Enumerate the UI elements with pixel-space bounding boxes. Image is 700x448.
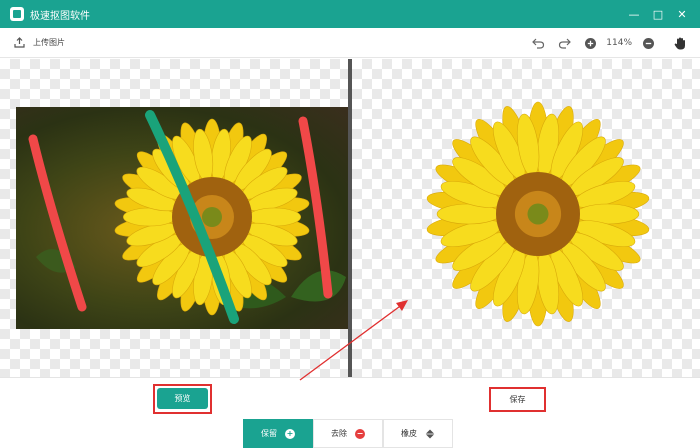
- upload-label: 上传图片: [33, 38, 65, 47]
- original-image-canvas[interactable]: [0, 59, 348, 377]
- undo-icon: [531, 38, 544, 49]
- zoom-level: 114%: [606, 38, 632, 48]
- sunflower-cutout-graphic: [426, 101, 650, 327]
- minimize-button[interactable]: —: [622, 0, 646, 28]
- save-button[interactable]: 保存: [489, 387, 546, 412]
- undo-button[interactable]: [528, 33, 548, 53]
- upload-image-button[interactable]: 上传图片: [14, 37, 65, 48]
- brush-mode-group: 保留 + 去除 − 橡皮: [243, 419, 453, 448]
- plus-circle-icon: +: [285, 428, 295, 439]
- preview-button[interactable]: 预览: [157, 388, 208, 409]
- remove-stroke-right: [298, 116, 333, 299]
- remove-stroke-left: [28, 134, 87, 312]
- app-title: 极速抠图软件: [30, 10, 90, 22]
- remove-mode-button[interactable]: 去除 −: [313, 419, 383, 448]
- brush-strokes: [28, 110, 333, 324]
- zoom-out-button[interactable]: [638, 33, 658, 53]
- zoom-in-button[interactable]: [580, 33, 600, 53]
- eraser-mode-button[interactable]: 橡皮: [383, 419, 453, 448]
- app-logo-icon: [10, 7, 24, 21]
- close-button[interactable]: ✕: [670, 0, 694, 28]
- redo-icon: [558, 38, 571, 49]
- keep-mode-label: 保留: [261, 429, 277, 438]
- keep-mode-button[interactable]: 保留 +: [243, 419, 313, 448]
- eraser-icon: [425, 429, 435, 439]
- result-image-canvas[interactable]: [352, 59, 700, 377]
- toolbar-right: 114%: [522, 28, 690, 58]
- hand-icon: [674, 37, 685, 49]
- upload-icon: [14, 37, 25, 48]
- minus-circle-icon: −: [355, 428, 365, 439]
- toolbar: 上传图片 114%: [0, 28, 700, 58]
- zoom-in-icon: [584, 37, 596, 49]
- eraser-mode-label: 橡皮: [401, 429, 417, 438]
- remove-mode-label: 去除: [331, 429, 347, 438]
- redo-button[interactable]: [554, 33, 574, 53]
- zoom-out-icon: [642, 37, 654, 49]
- title-bar: 极速抠图软件 — □ ✕: [0, 0, 700, 28]
- maximize-button[interactable]: □: [646, 0, 670, 28]
- window-controls: — □ ✕: [622, 0, 694, 28]
- keep-stroke: [145, 110, 239, 324]
- pan-hand-button[interactable]: [670, 33, 690, 53]
